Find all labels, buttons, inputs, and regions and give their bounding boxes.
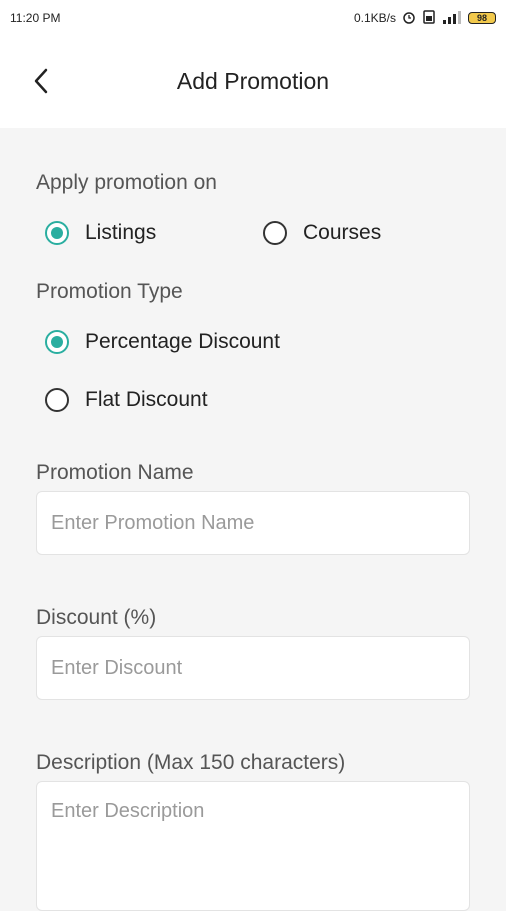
promotion-type-label: Promotion Type <box>36 280 183 303</box>
radio-unselected-icon <box>263 221 287 245</box>
radio-selected-icon <box>45 221 69 245</box>
radio-percentage-label: Percentage Discount <box>85 330 280 353</box>
radio-unselected-icon <box>45 388 69 412</box>
description-input[interactable] <box>36 781 470 911</box>
radio-selected-icon <box>45 330 69 354</box>
radio-flat-label: Flat Discount <box>85 388 208 411</box>
discount-label: Discount (%) <box>36 606 157 629</box>
radio-listings[interactable]: Listings <box>45 221 156 245</box>
apply-on-label: Apply promotion on <box>36 171 217 194</box>
description-label: Description (Max 150 characters) <box>36 751 346 774</box>
battery-icon: 98 <box>468 12 496 24</box>
sim-icon <box>422 9 436 27</box>
app-header: Add Promotion <box>0 36 506 128</box>
page-title: Add Promotion <box>176 68 330 94</box>
status-bar: 11:20 PM 0.1KB/s 98 <box>0 0 506 36</box>
radio-percentage-discount[interactable]: Percentage Discount <box>45 330 280 354</box>
promotion-name-label: Promotion Name <box>36 461 194 484</box>
alarm-icon <box>402 10 416 27</box>
radio-courses-label: Courses <box>303 221 382 244</box>
discount-input[interactable] <box>36 636 470 700</box>
status-time: 11:20 PM <box>10 11 61 25</box>
radio-courses[interactable]: Courses <box>263 221 381 245</box>
network-speed: 0.1KB/s <box>353 11 396 25</box>
signal-icon <box>442 10 462 27</box>
promotion-name-input[interactable] <box>36 491 470 555</box>
status-icons: 0.1KB/s 98 <box>353 9 496 27</box>
radio-listings-label: Listings <box>85 221 157 244</box>
radio-flat-discount[interactable]: Flat Discount <box>45 388 208 412</box>
